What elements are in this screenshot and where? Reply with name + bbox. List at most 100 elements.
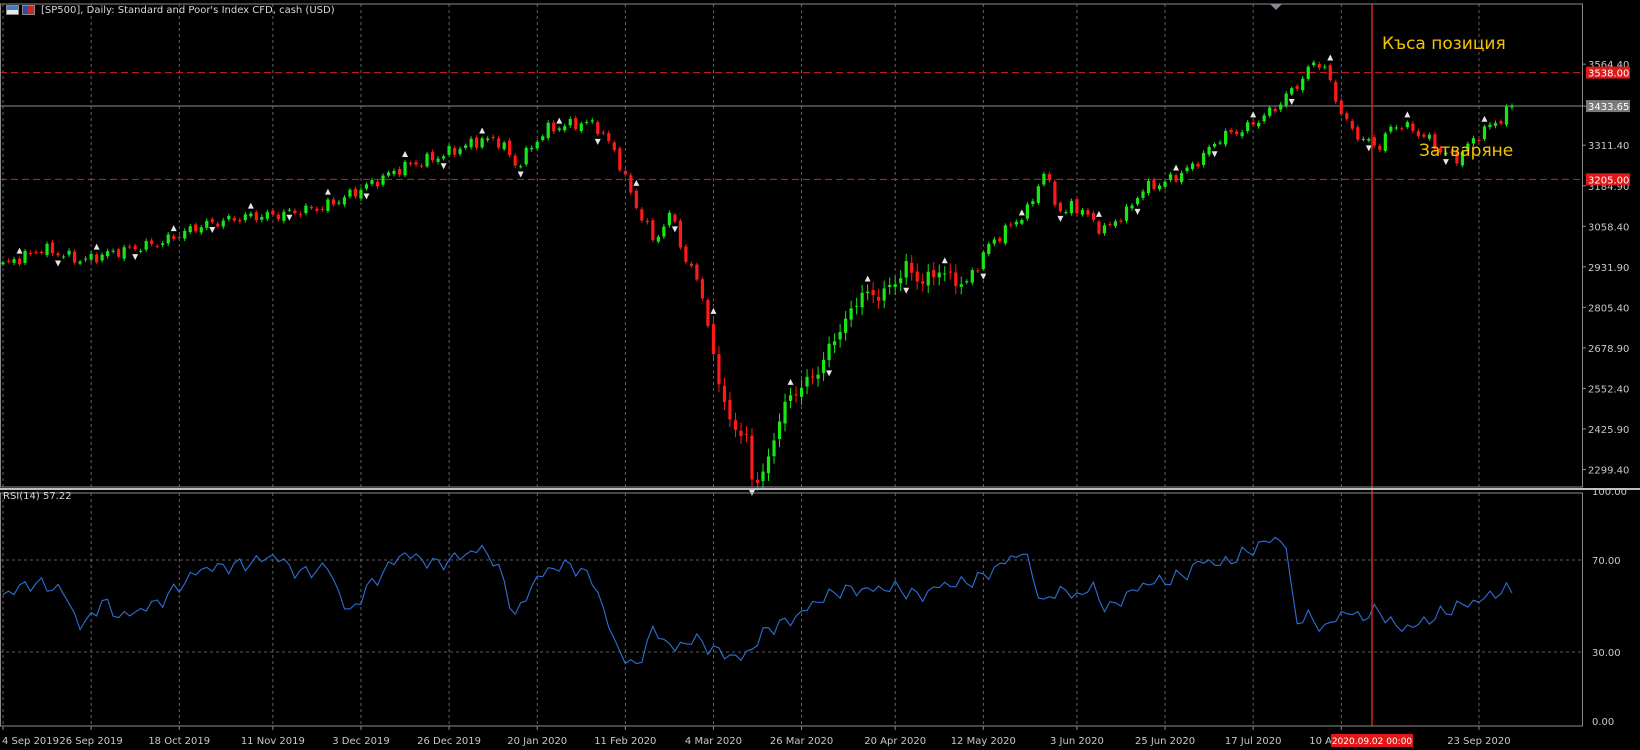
chart-background [0, 0, 1640, 750]
candle-body [1394, 127, 1398, 129]
candle-body [761, 471, 765, 482]
candle-body [447, 146, 451, 155]
candle-body [711, 324, 716, 354]
rsi-tick-label: 30.00 [1592, 648, 1621, 659]
candle-body [1301, 78, 1305, 91]
candle-body [926, 271, 930, 286]
candle-body [1339, 100, 1343, 114]
candle-body [976, 270, 980, 272]
candle-body [1405, 122, 1409, 128]
candle-body [1240, 132, 1244, 137]
candle [122, 244, 126, 262]
candle-body [1510, 106, 1514, 108]
candle-body [199, 227, 203, 233]
candle-body [557, 128, 561, 131]
candle-body [359, 189, 363, 199]
candle-body [1235, 131, 1239, 135]
candle-body [348, 189, 352, 197]
time-tick-label: 23 Sep 2020 [1447, 736, 1510, 747]
candle-body [271, 210, 275, 215]
candle-body [612, 142, 616, 151]
candle-body [877, 296, 881, 301]
candle-body [139, 250, 143, 252]
candle-body [1224, 130, 1228, 145]
candle-body [777, 421, 782, 440]
candle-body [772, 440, 776, 457]
candle-body [315, 208, 319, 211]
candle-body [844, 318, 848, 333]
candle-body [1113, 221, 1118, 227]
candle [634, 188, 638, 210]
candle-body [634, 190, 638, 209]
candle-body [106, 251, 110, 257]
candle-body [717, 354, 721, 385]
candle-body [1124, 206, 1129, 221]
candle-body [552, 122, 556, 132]
candle-body [838, 332, 842, 340]
candle-body [871, 290, 875, 296]
candle-body [265, 212, 269, 219]
candle-body [563, 126, 567, 131]
candle-body [1119, 220, 1123, 222]
candle-body [849, 308, 853, 320]
price-chart[interactable]: 3564.403433.653311.403184.903058.402931.… [0, 0, 1640, 750]
time-tick-label: 11 Nov 2019 [241, 736, 305, 747]
candle-body [866, 291, 870, 294]
candle-body [1411, 123, 1415, 132]
candle-body [799, 387, 804, 397]
candle [1003, 223, 1007, 246]
candle-body [574, 118, 578, 130]
candle-body [353, 188, 358, 197]
candle-body [100, 254, 104, 261]
candle [1334, 79, 1338, 105]
candle [524, 145, 528, 167]
candle-body [34, 251, 38, 253]
candle [1224, 128, 1228, 147]
candle-body [1080, 209, 1085, 215]
time-tick-label: 4 Mar 2020 [685, 736, 742, 747]
candle-body [161, 243, 165, 245]
candle-body [618, 148, 622, 171]
candle-body [1273, 108, 1277, 112]
candle-body [1345, 113, 1349, 120]
candle [480, 136, 484, 150]
candle-body [194, 224, 198, 232]
candle [23, 248, 27, 266]
candle-body [640, 209, 644, 221]
candle-body [1108, 223, 1112, 225]
candle-body [816, 374, 820, 379]
candle-body [95, 254, 99, 263]
candle-body [67, 250, 71, 255]
candle-body [959, 284, 963, 287]
symbol-flag-icon [6, 5, 19, 15]
candle-body [144, 241, 148, 250]
candle-body [915, 271, 919, 282]
candle-body [733, 420, 738, 430]
candle-body [513, 155, 517, 166]
candle-body [827, 343, 831, 361]
candle-body [375, 181, 380, 187]
candle-body [882, 288, 886, 301]
candle-body [469, 138, 473, 148]
time-tick-label: 17 Jul 2020 [1225, 736, 1282, 747]
candle-body [783, 401, 787, 424]
candle-body [243, 214, 247, 221]
candle-body [1185, 167, 1189, 172]
candle-body [998, 238, 1002, 242]
level-lower-tag: 3205.00 [1588, 175, 1629, 186]
candle-body [805, 376, 809, 387]
candle-body [1042, 173, 1046, 185]
candle-body [568, 119, 572, 126]
candle-body [475, 137, 479, 148]
candle-body [419, 165, 424, 167]
candle-body [436, 158, 440, 162]
candle-body [943, 273, 947, 275]
candle-body [1141, 191, 1145, 198]
candle-body [414, 162, 418, 165]
candle-body [1306, 66, 1310, 79]
candle-body [1196, 163, 1200, 167]
candle-body [210, 219, 214, 223]
candle [596, 120, 600, 136]
candle-body [1262, 115, 1266, 122]
candle-body [1400, 128, 1404, 130]
